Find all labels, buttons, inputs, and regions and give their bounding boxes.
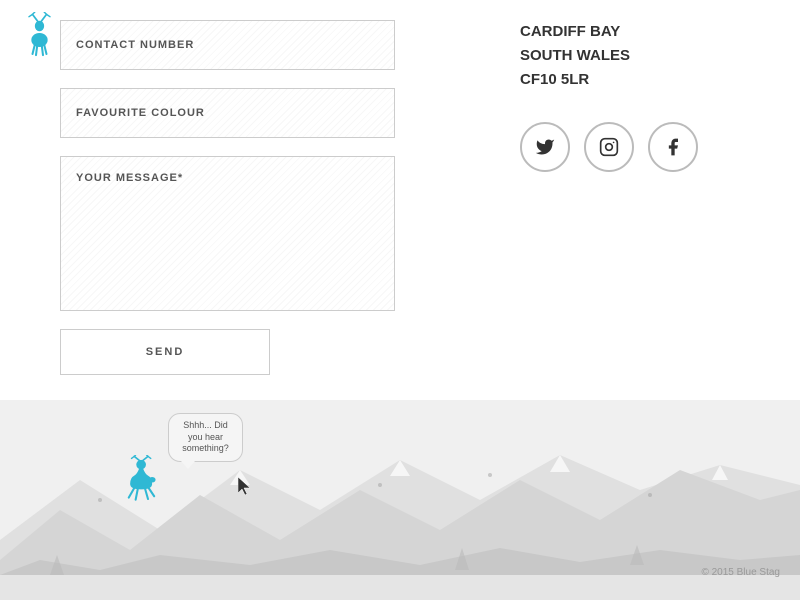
twitter-icon[interactable] <box>520 122 570 172</box>
address-section: CARDIFF BAY SOUTH WALES CF10 5LR <box>460 10 740 400</box>
favourite-colour-field[interactable]: FAVOURITE COLOUR <box>60 88 395 138</box>
stag-logo <box>22 12 57 57</box>
address-line1: CARDIFF BAY <box>520 20 740 44</box>
main-content: CONTACT NUMBER FAVOURITE COLOUR YOUR MES… <box>0 0 800 400</box>
address-block: CARDIFF BAY SOUTH WALES CF10 5LR <box>520 20 740 92</box>
footer-landscape: Shhh... Did you hear something? © 2015 B… <box>0 400 800 600</box>
address-line2: SOUTH WALES <box>520 44 740 68</box>
mouse-cursor <box>238 477 250 495</box>
contact-number-field[interactable]: CONTACT NUMBER <box>60 20 395 70</box>
instagram-icon[interactable] <box>584 122 634 172</box>
form-section: CONTACT NUMBER FAVOURITE COLOUR YOUR MES… <box>60 10 460 400</box>
send-button[interactable]: SEND <box>60 329 270 375</box>
speech-bubble-text: Shhh... Did you hear something? <box>182 420 229 453</box>
social-icons-group <box>520 122 740 172</box>
message-field[interactable]: YOUR MESSAGE* <box>60 156 395 311</box>
message-label: YOUR MESSAGE* <box>76 172 183 184</box>
copyright-text: © 2015 Blue Stag <box>701 567 780 578</box>
favourite-colour-label: FAVOURITE COLOUR <box>76 107 205 119</box>
address-line3: CF10 5LR <box>520 68 740 92</box>
walking-stag <box>115 455 170 505</box>
contact-number-label: CONTACT NUMBER <box>76 39 194 51</box>
facebook-icon[interactable] <box>648 122 698 172</box>
speech-bubble: Shhh... Did you hear something? <box>168 413 243 462</box>
